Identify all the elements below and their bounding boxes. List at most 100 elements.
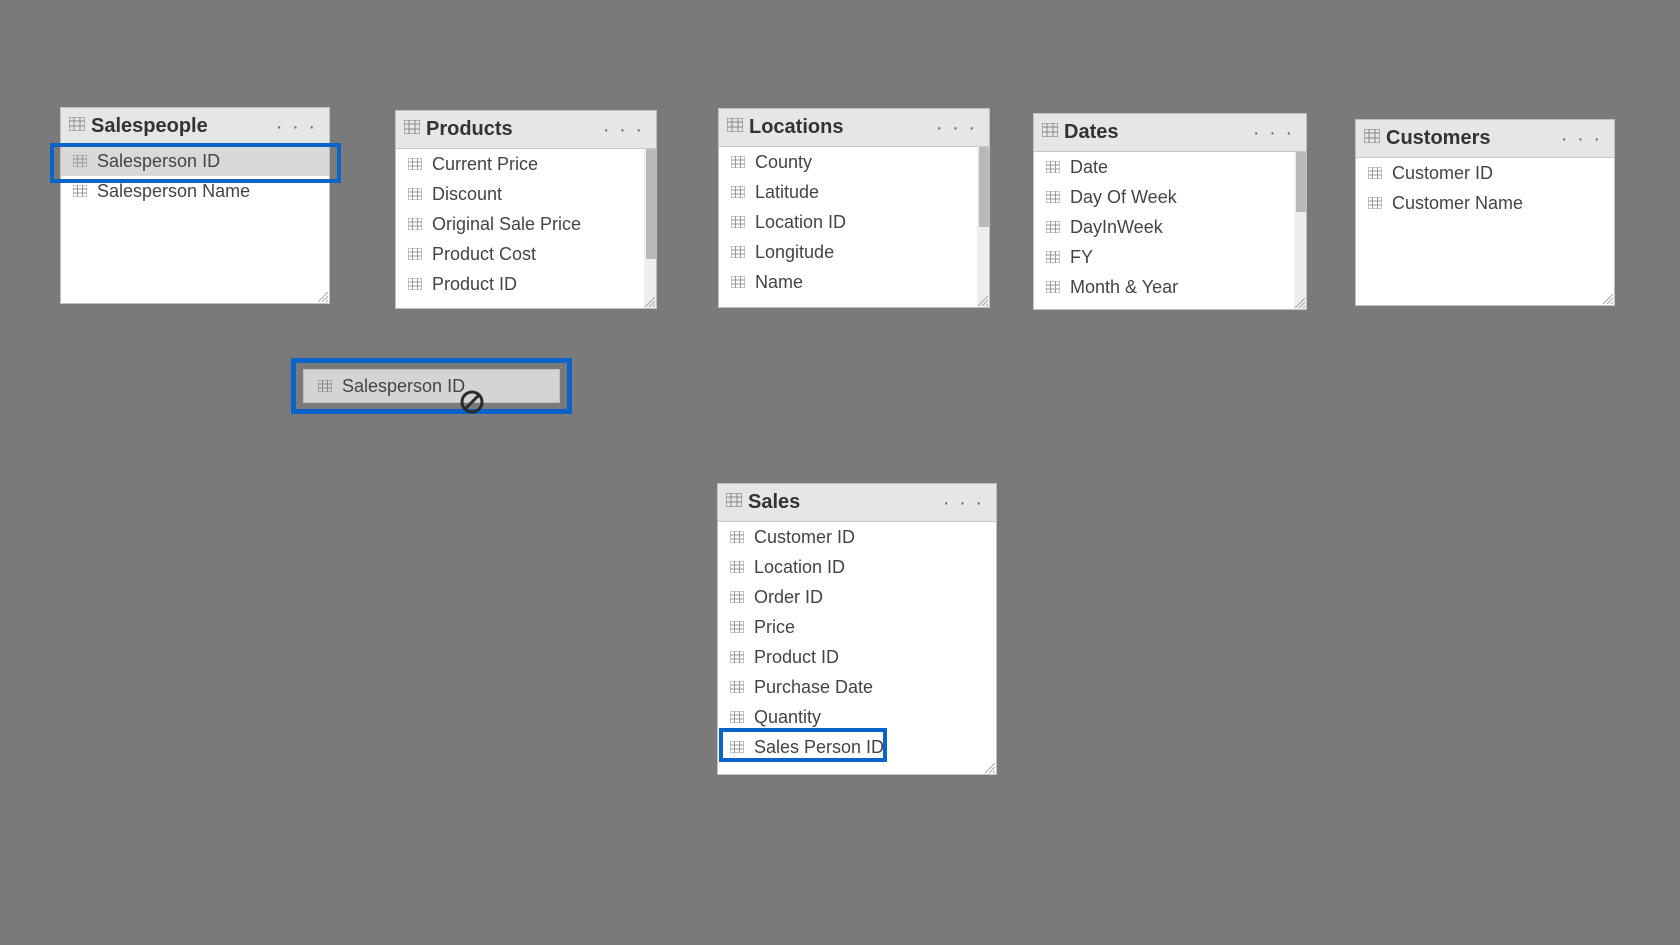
field-row[interactable]: Location ID xyxy=(718,552,996,582)
column-icon xyxy=(404,278,426,290)
column-icon xyxy=(726,741,748,753)
table-more-button[interactable]: · · · xyxy=(943,493,988,513)
column-icon xyxy=(1042,191,1064,203)
drag-ghost-highlight: Salesperson ID xyxy=(291,358,572,414)
field-row[interactable]: Order ID xyxy=(718,582,996,612)
field-label: Customer ID xyxy=(754,527,855,548)
field-row[interactable]: FY xyxy=(1034,242,1306,272)
table-header[interactable]: Locations · · · xyxy=(719,109,989,147)
column-icon xyxy=(69,155,91,167)
field-row[interactable]: Discount xyxy=(396,179,656,209)
field-row[interactable]: Quantity xyxy=(718,702,996,732)
table-title: Salespeople xyxy=(91,115,208,138)
scrollbar-thumb[interactable] xyxy=(646,149,656,259)
field-label: Order ID xyxy=(754,587,823,608)
field-row[interactable]: Customer Name xyxy=(1356,188,1614,218)
field-row[interactable]: Customer ID xyxy=(718,522,996,552)
field-row[interactable]: Location ID xyxy=(719,207,989,237)
field-label: Quantity xyxy=(754,707,821,728)
table-header[interactable]: Products · · · xyxy=(396,111,656,149)
field-row[interactable]: Name xyxy=(719,267,989,297)
resize-handle[interactable] xyxy=(318,292,328,302)
column-icon xyxy=(726,711,748,723)
field-row[interactable]: Current Price xyxy=(396,149,656,179)
resize-handle[interactable] xyxy=(978,296,988,306)
field-row[interactable]: Salesperson ID xyxy=(61,146,329,176)
column-icon xyxy=(404,218,426,230)
scrollbar-thumb[interactable] xyxy=(1296,152,1306,212)
table-icon xyxy=(727,118,743,137)
field-row[interactable]: Product ID xyxy=(718,642,996,672)
field-row[interactable]: Sales Person ID xyxy=(718,732,996,762)
field-row[interactable]: Customer ID xyxy=(1356,158,1614,188)
field-label: Customer ID xyxy=(1392,163,1493,184)
resize-handle[interactable] xyxy=(1603,294,1613,304)
field-row[interactable]: Latitude xyxy=(719,177,989,207)
drag-ghost-label: Salesperson ID xyxy=(342,376,465,397)
field-label: Location ID xyxy=(755,212,846,233)
table-header[interactable]: Sales · · · xyxy=(718,484,996,522)
field-label: Product ID xyxy=(432,274,517,295)
field-row[interactable]: Price xyxy=(718,612,996,642)
table-more-button[interactable]: · · · xyxy=(936,118,981,138)
field-label: Salesperson Name xyxy=(97,181,250,202)
field-row[interactable]: Salesperson Name xyxy=(61,176,329,206)
resize-handle[interactable] xyxy=(645,297,655,307)
table-icon xyxy=(1364,129,1380,148)
field-row[interactable]: Purchase Date xyxy=(718,672,996,702)
column-icon xyxy=(727,186,749,198)
field-label: Location ID xyxy=(754,557,845,578)
field-row[interactable]: DayInWeek xyxy=(1034,212,1306,242)
table-title: Products xyxy=(426,118,513,141)
field-row[interactable]: Product Cost xyxy=(396,239,656,269)
field-row[interactable]: Longitude xyxy=(719,237,989,267)
table-customers[interactable]: Customers · · · Customer ID Customer Nam… xyxy=(1355,119,1615,306)
field-row[interactable]: County xyxy=(719,147,989,177)
scrollbar-thumb[interactable] xyxy=(979,147,989,227)
table-more-button[interactable]: · · · xyxy=(1253,123,1298,143)
field-row[interactable]: Month & Year xyxy=(1034,272,1306,302)
field-label: Price xyxy=(754,617,795,638)
field-label: Purchase Date xyxy=(754,677,873,698)
table-dates[interactable]: Dates · · · Date Day Of Week DayInWeek F… xyxy=(1033,113,1307,310)
table-sales[interactable]: Sales · · · Customer ID Location ID Orde… xyxy=(717,483,997,775)
field-label: Day Of Week xyxy=(1070,187,1177,208)
resize-handle[interactable] xyxy=(1295,298,1305,308)
table-more-button[interactable]: · · · xyxy=(1561,129,1606,149)
field-row[interactable]: Day Of Week xyxy=(1034,182,1306,212)
table-more-button[interactable]: · · · xyxy=(276,117,321,137)
column-icon xyxy=(726,561,748,573)
column-icon xyxy=(404,158,426,170)
column-icon xyxy=(727,276,749,288)
column-icon xyxy=(1042,161,1064,173)
field-label: Month & Year xyxy=(1070,277,1178,298)
field-label: Longitude xyxy=(755,242,834,263)
field-row[interactable]: Original Sale Price xyxy=(396,209,656,239)
column-icon xyxy=(727,156,749,168)
table-salespeople[interactable]: Salespeople · · · Salesperson ID Sales xyxy=(60,107,330,304)
field-label: Name xyxy=(755,272,803,293)
table-icon xyxy=(1042,123,1058,142)
table-more-button[interactable]: · · · xyxy=(603,120,648,140)
resize-handle[interactable] xyxy=(985,763,995,773)
table-icon xyxy=(404,120,420,139)
field-label: Current Price xyxy=(432,154,538,175)
column-icon xyxy=(1042,281,1064,293)
table-header[interactable]: Salespeople · · · xyxy=(61,108,329,146)
field-row[interactable]: Product ID xyxy=(396,269,656,299)
table-products[interactable]: Products · · · Current Price Discount Or… xyxy=(395,110,657,309)
column-icon xyxy=(726,591,748,603)
table-header[interactable]: Dates · · · xyxy=(1034,114,1306,152)
column-icon xyxy=(726,621,748,633)
drag-ghost-field[interactable]: Salesperson ID xyxy=(303,369,560,403)
field-label: Original Sale Price xyxy=(432,214,581,235)
table-header[interactable]: Customers · · · xyxy=(1356,120,1614,158)
table-locations[interactable]: Locations · · · County Latitude Location… xyxy=(718,108,990,308)
column-icon xyxy=(314,380,336,392)
table-icon xyxy=(69,117,85,136)
column-icon xyxy=(1364,167,1386,179)
field-row[interactable]: Date xyxy=(1034,152,1306,182)
column-icon xyxy=(1042,221,1064,233)
column-icon xyxy=(726,531,748,543)
field-label: County xyxy=(755,152,812,173)
